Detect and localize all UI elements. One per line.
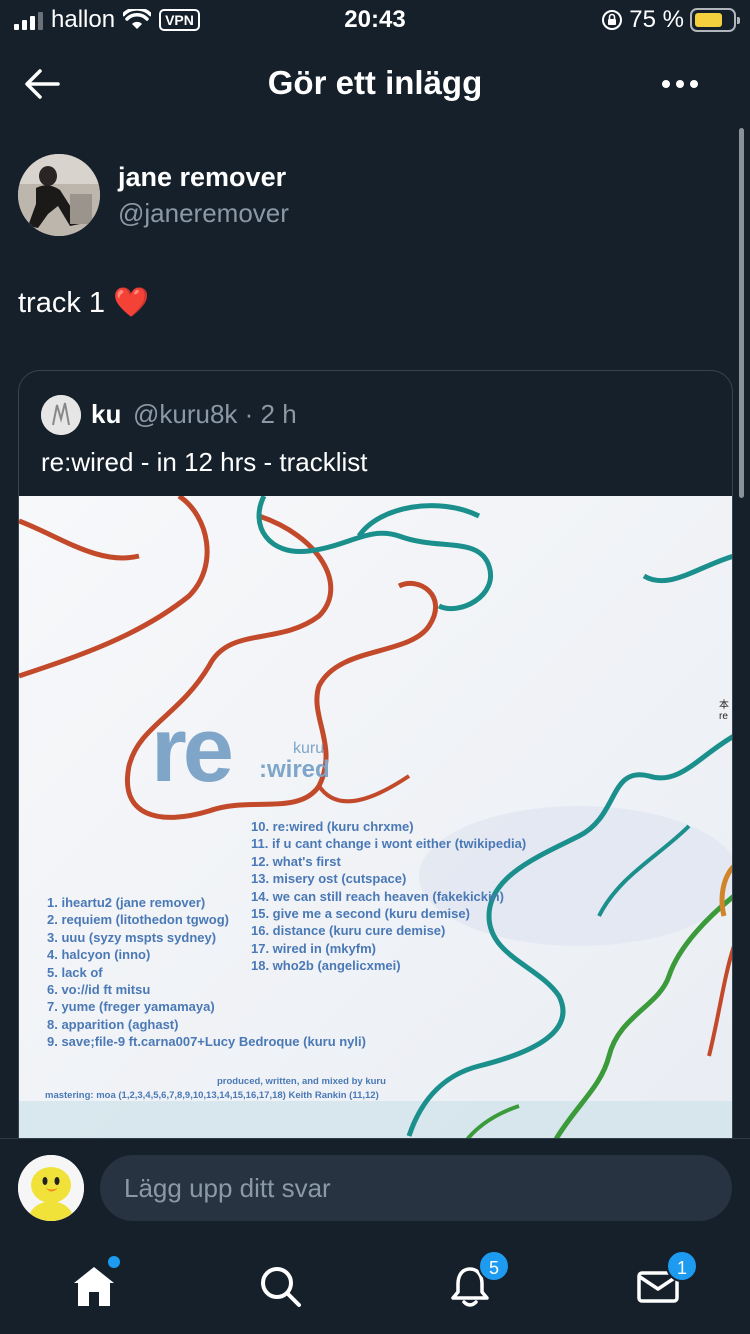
quote-author-avatar[interactable] <box>41 395 81 435</box>
header: Gör ett inlägg <box>0 50 750 116</box>
quote-text: re:wired - in 12 hrs - tracklist <box>41 447 368 477</box>
battery-percent: 75 % <box>629 6 684 33</box>
track-item: 4. halcyon (inno) <box>47 947 151 963</box>
track-item: 8. apparition (aghast) <box>47 1016 179 1032</box>
home-icon <box>74 1267 114 1306</box>
track-item: 13. misery ost (cutspace) <box>251 871 407 887</box>
search-icon <box>261 1267 301 1307</box>
track-item: 12. what's first <box>251 853 341 869</box>
logo-re-text: re <box>151 699 234 801</box>
reply-bar <box>0 1138 750 1234</box>
rotation-lock-icon <box>602 10 623 30</box>
notifications-badge: 5 <box>478 1250 510 1282</box>
tab-messages[interactable]: 1 <box>636 1250 698 1308</box>
reply-input[interactable] <box>100 1155 732 1221</box>
side-glyph-text: 本 re <box>719 700 729 722</box>
track-item: 5. lack of <box>47 964 103 980</box>
track-item: 10. re:wired (kuru chrxme) <box>251 819 414 834</box>
tab-home[interactable] <box>72 1256 120 1308</box>
scrollbar[interactable] <box>739 128 744 498</box>
album-cover-image[interactable]: re kuru :wired 本 re 10. re:wired (kuru c… <box>19 496 732 1169</box>
battery-icon <box>690 8 740 32</box>
quote-author-meta[interactable]: @kuru8k · 2 h <box>133 399 297 430</box>
track-item: 3. uuu (syzy mspts sydney) <box>47 929 217 945</box>
credit-produced: produced, written, and mixed by kuru <box>217 1076 386 1087</box>
page-title: Gör ett inlägg <box>267 64 483 101</box>
track-item: 1. iheartu2 (jane remover) <box>47 895 206 910</box>
status-bar: hallon VPN 20:43 75 % <box>0 0 750 40</box>
track-item: 2. requiem (litothedon tgwog) <box>47 912 229 928</box>
author-avatar[interactable] <box>18 154 100 236</box>
logo-wired-text: :wired <box>259 756 330 783</box>
quoted-post[interactable]: ku @kuru8k · 2 h re:wired - in 12 hrs - … <box>18 370 733 1170</box>
credit-mastering: mastering: moa (1,2,3,4,5,6,7,8,9,10,13,… <box>45 1090 379 1101</box>
tab-search[interactable] <box>258 1264 302 1308</box>
messages-badge: 1 <box>666 1250 698 1282</box>
more-icon[interactable] <box>662 80 698 88</box>
track-item: 9. save;file-9 ft.carna007+Lucy Bedroque… <box>47 1034 366 1050</box>
author-name[interactable]: jane remover <box>118 162 286 193</box>
tab-notifications[interactable]: 5 <box>448 1250 510 1308</box>
tab-bar: 5 1 <box>0 1236 750 1334</box>
author-handle[interactable]: @janeremover <box>118 198 289 229</box>
track-item: 11. if u cant change i wont either (twik… <box>251 836 527 852</box>
my-avatar[interactable] <box>18 1155 84 1221</box>
home-unread-dot <box>108 1256 120 1268</box>
album-logo: re kuru :wired <box>151 699 330 801</box>
post-text: track 1 ❤️ <box>18 287 150 319</box>
tracklist-left: 1. iheartu2 (jane remover) 2. requiem (l… <box>47 894 366 1051</box>
track-item: 6. vo://id ft mitsu <box>47 982 151 998</box>
track-item: 7. yume (freger yamamaya) <box>47 999 215 1015</box>
quote-author-name[interactable]: ku <box>91 399 121 430</box>
